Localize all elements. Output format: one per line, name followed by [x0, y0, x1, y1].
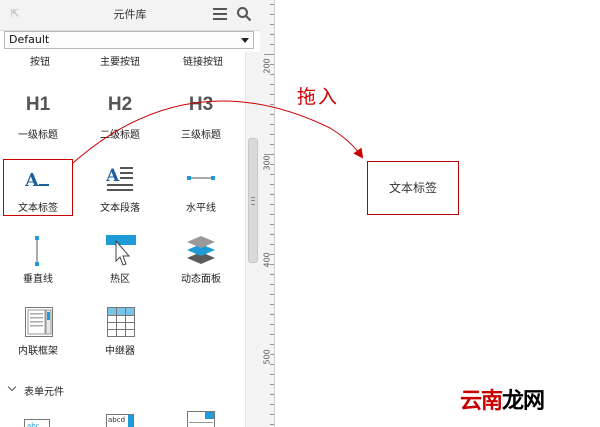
watermark-black: 龙网 [502, 388, 545, 414]
watermark-logo: 云南龙网 [460, 383, 545, 415]
dropped-text-label[interactable]: 文本标签 [367, 161, 459, 215]
drag-hint-label: 拖入 [297, 86, 340, 108]
drag-arrow [72, 100, 364, 164]
watermark-red: 云南 [460, 388, 503, 414]
